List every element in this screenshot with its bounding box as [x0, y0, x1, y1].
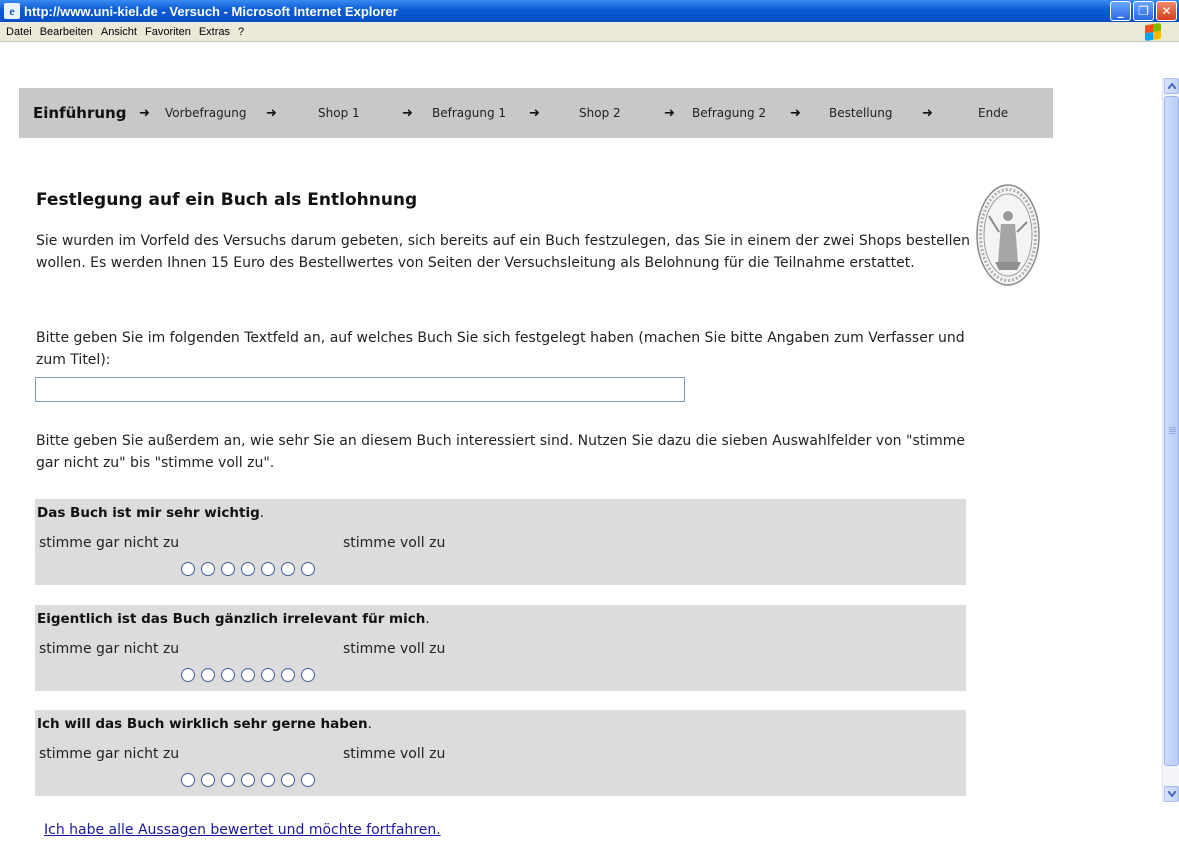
- question-text: Eigentlich ist das Buch gänzlich irrelev…: [37, 611, 430, 627]
- chevron-up-icon: [1167, 83, 1176, 89]
- progress-steps: Einführung ➜ Vorbefragung ➜ Shop 1 ➜ Bef…: [19, 88, 1053, 138]
- menu-extras[interactable]: Extras: [197, 26, 236, 38]
- likert-scale: [181, 668, 315, 682]
- rating-question: Ich will das Buch wirklich sehr gerne ha…: [35, 710, 966, 796]
- arrow-icon: ➜: [402, 105, 413, 121]
- arrow-icon: ➜: [790, 105, 801, 121]
- radio-option[interactable]: [301, 773, 315, 787]
- scroll-thumb[interactable]: [1164, 96, 1179, 766]
- question-end: .: [259, 505, 265, 521]
- radio-option[interactable]: [261, 562, 275, 576]
- window-controls: _ ❐ ✕: [1110, 1, 1177, 21]
- radio-option[interactable]: [201, 668, 215, 682]
- step-bestellung: Bestellung: [829, 106, 893, 120]
- step-einfuehrung: Einführung: [33, 104, 127, 122]
- chevron-down-icon: [1167, 791, 1176, 797]
- close-button[interactable]: ✕: [1156, 1, 1177, 21]
- radio-option[interactable]: [261, 668, 275, 682]
- scale-high-label: stimme voll zu: [343, 535, 446, 551]
- question-end: .: [367, 716, 372, 732]
- arrow-icon: ➜: [139, 105, 150, 121]
- window-title: http://www.uni-kiel.de - Versuch - Micro…: [24, 3, 398, 19]
- radio-option[interactable]: [301, 668, 315, 682]
- question-text: Das Buch ist mir sehr wichtig.: [37, 505, 264, 521]
- radio-option[interactable]: [281, 668, 295, 682]
- radio-option[interactable]: [221, 773, 235, 787]
- radio-option[interactable]: [181, 668, 195, 682]
- radio-option[interactable]: [281, 773, 295, 787]
- radio-option[interactable]: [241, 668, 255, 682]
- radio-option[interactable]: [261, 773, 275, 787]
- rating-question: Das Buch ist mir sehr wichtig. stimme ga…: [35, 499, 966, 585]
- likert-scale: [181, 773, 315, 787]
- scroll-up-button[interactable]: [1164, 78, 1179, 94]
- scale-low-label: stimme gar nicht zu: [39, 746, 180, 762]
- page-title: Festlegung auf ein Buch als Entlohnung: [36, 190, 418, 210]
- rating-question: Eigentlich ist das Buch gänzlich irrelev…: [35, 605, 966, 691]
- scale-high-label: stimme voll zu: [343, 641, 446, 657]
- menu-favoriten[interactable]: Favoriten: [143, 26, 197, 38]
- ie-icon: e: [4, 3, 20, 19]
- question-statement: Das Buch ist mir sehr wichtig: [37, 505, 260, 521]
- question-end: .: [425, 611, 430, 627]
- maximize-button[interactable]: ❐: [1133, 1, 1154, 21]
- scale-low-label: stimme gar nicht zu: [39, 535, 180, 551]
- arrow-icon: ➜: [922, 105, 933, 121]
- step-befragung-2: Befragung 2: [692, 106, 767, 120]
- menu-datei[interactable]: Datei: [4, 26, 38, 38]
- input-prompt: Bitte geben Sie im folgenden Textfeld an…: [36, 330, 965, 368]
- radio-option[interactable]: [241, 773, 255, 787]
- radio-option[interactable]: [281, 562, 295, 576]
- step-shop-2: Shop 2: [579, 106, 621, 120]
- window-titlebar[interactable]: e http://www.uni-kiel.de - Versuch - Mic…: [0, 0, 1179, 22]
- university-seal-icon: [976, 184, 1040, 286]
- grip-icon: [1169, 427, 1176, 435]
- radio-option[interactable]: [301, 562, 315, 576]
- continue-link[interactable]: Ich habe alle Aussagen bewertet und möch…: [44, 822, 441, 838]
- question-statement: Eigentlich ist das Buch gänzlich irrelev…: [37, 611, 426, 627]
- menubar: Datei Bearbeiten Ansicht Favoriten Extra…: [0, 22, 1179, 42]
- radio-option[interactable]: [221, 562, 235, 576]
- menu-bearbeiten[interactable]: Bearbeiten: [38, 26, 99, 38]
- question-text: Ich will das Buch wirklich sehr gerne ha…: [37, 716, 372, 732]
- arrow-icon: ➜: [664, 105, 675, 121]
- arrow-icon: ➜: [529, 105, 540, 121]
- windows-flag-icon: [1145, 22, 1161, 42]
- radio-option[interactable]: [221, 668, 235, 682]
- menu-ansicht[interactable]: Ansicht: [99, 26, 143, 38]
- step-ende: Ende: [978, 106, 1009, 120]
- book-input[interactable]: [35, 377, 685, 402]
- minimize-button[interactable]: _: [1110, 1, 1131, 21]
- step-befragung-1: Befragung 1: [432, 106, 507, 120]
- arrow-icon: ➜: [266, 105, 277, 121]
- question-statement: Ich will das Buch wirklich sehr gerne ha…: [37, 716, 368, 732]
- step-vorbefragung: Vorbefragung: [165, 106, 247, 120]
- likert-scale: [181, 562, 315, 576]
- scale-high-label: stimme voll zu: [343, 746, 446, 762]
- menu-help[interactable]: ?: [236, 26, 250, 38]
- step-shop-1: Shop 1: [318, 106, 360, 120]
- radio-option[interactable]: [181, 773, 195, 787]
- radio-option[interactable]: [201, 773, 215, 787]
- scroll-down-button[interactable]: [1164, 786, 1179, 802]
- radio-option[interactable]: [241, 562, 255, 576]
- radio-option[interactable]: [181, 562, 195, 576]
- intro-paragraph: Sie wurden im Vorfeld des Versuchs darum…: [36, 233, 970, 271]
- radio-option[interactable]: [201, 562, 215, 576]
- rating-prompt: Bitte geben Sie außerdem an, wie sehr Si…: [36, 433, 966, 471]
- scale-low-label: stimme gar nicht zu: [39, 641, 180, 657]
- vertical-scrollbar[interactable]: [1162, 78, 1179, 802]
